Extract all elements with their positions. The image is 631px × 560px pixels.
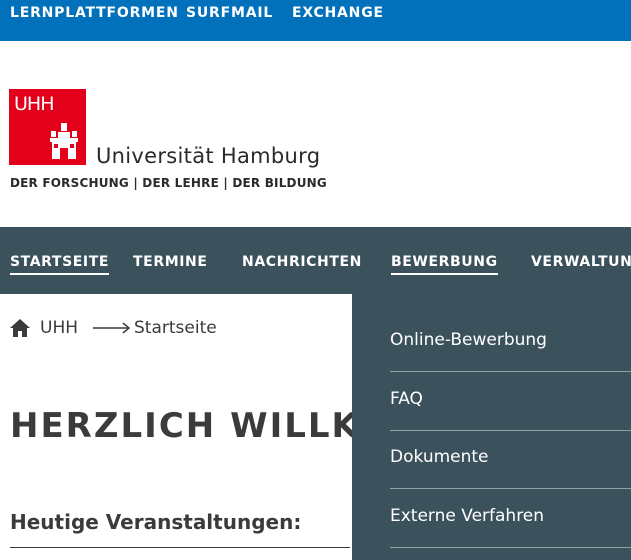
link-lernplattformen[interactable]: LERNPLATTFORMEN [10,5,179,21]
nav-bewerbung[interactable]: BEWERBUNG [391,254,498,275]
breadcrumb-current: Startseite [134,318,217,338]
nav-nachrichten[interactable]: NACHRICHTEN [242,254,362,270]
menu-item-label: Online-Bewerbung [390,330,547,350]
bewerbung-dropdown-menu: Online-Bewerbung FAQ Dokumente Externe V… [352,294,631,560]
menu-item-label: Externe Verfahren [390,506,545,526]
arrow-right-icon [93,322,131,334]
page-title: HERZLICH WILLKO [10,406,390,446]
link-exchange[interactable]: EXCHANGE [292,5,384,21]
service-bar: LERNPLATTFORMEN SURFMAIL EXCHANGE [0,0,631,41]
menu-item-externe-verfahren[interactable]: Externe Verfahren [390,470,631,528]
uhh-logo[interactable]: UHH [9,89,86,165]
university-slogan: DER FORSCHUNG | DER LEHRE | DER BILDUNG [10,176,327,190]
castle-icon [50,123,78,159]
logo-mark: UHH [14,93,54,115]
menu-item-online-bewerbung[interactable]: Online-Bewerbung [390,294,631,352]
menu-item-label: FAQ [390,389,423,409]
menu-item-label: Dokumente [390,447,489,467]
home-icon[interactable] [9,318,31,338]
menu-item-dokumente[interactable]: Dokumente [390,411,631,469]
main-navigation: STARTSEITE TERMINE NACHRICHTEN BEWERBUNG… [0,227,631,294]
menu-item-faq[interactable]: FAQ [390,353,631,411]
nav-startseite[interactable]: STARTSEITE [10,254,110,275]
nav-verwaltung[interactable]: VERWALTUNG [531,254,631,270]
link-surfmail[interactable]: SURFMAIL [186,5,273,21]
divider [390,547,631,548]
nav-termine[interactable]: TERMINE [133,254,208,270]
events-heading: Heutige Veranstaltungen: [10,510,302,534]
breadcrumb-home[interactable]: UHH [40,318,78,338]
university-name: Universität Hamburg [96,144,321,168]
divider [10,547,350,548]
